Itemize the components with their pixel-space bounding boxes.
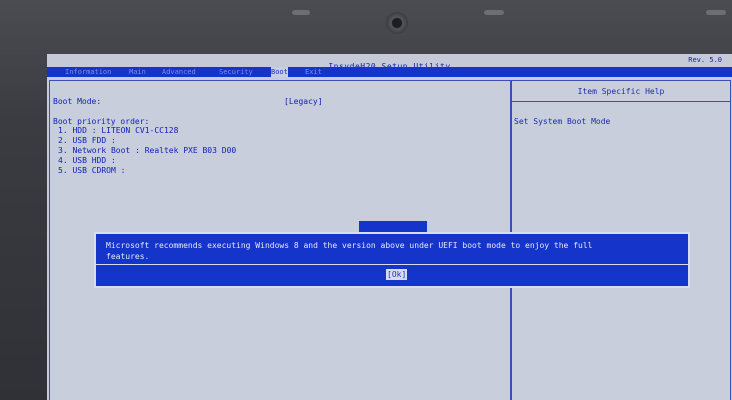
dialog-message: Microsoft recommends executing Windows 8…: [106, 241, 593, 261]
uefi-recommendation-dialog: Microsoft recommends executing Windows 8…: [94, 232, 690, 288]
bios-screen: InsydeH20 Setup Utility Rev. 5.0 Informa…: [47, 54, 732, 400]
boot-mode-label: Boot Mode:: [53, 97, 102, 106]
tab-main[interactable]: Main: [129, 67, 146, 77]
tab-information[interactable]: Information: [65, 67, 111, 77]
tab-exit[interactable]: Exit: [305, 67, 322, 77]
tab-boot[interactable]: Boot: [271, 67, 288, 77]
indicator-light: [292, 10, 310, 15]
indicator-light: [484, 10, 504, 15]
boot-item-usb-hdd[interactable]: 4. USB HDD :: [58, 156, 116, 166]
ok-button[interactable]: [Ok]: [386, 269, 408, 280]
boot-mode-value[interactable]: [Legacy]: [284, 97, 323, 106]
tab-advanced[interactable]: Advanced: [162, 67, 196, 77]
indicator-light: [706, 10, 726, 15]
help-divider: [512, 101, 730, 102]
tab-security[interactable]: Security: [219, 67, 253, 77]
menu-bar: Information Main Advanced Security Boot …: [47, 67, 732, 77]
title-bar: InsydeH20 Setup Utility Rev. 5.0: [47, 54, 732, 71]
help-text: Set System Boot Mode: [514, 117, 611, 126]
dialog-divider: [96, 264, 688, 265]
help-header: Item Specific Help: [577, 87, 665, 96]
boot-item-usb-cdrom[interactable]: 5. USB CDROM :: [58, 166, 125, 176]
revision-label: Rev. 5.0: [688, 56, 722, 64]
boot-item-usb-fdd[interactable]: 2. USB FDD :: [58, 136, 116, 146]
boot-item-network[interactable]: 3. Network Boot : Realtek PXE B03 D00: [58, 146, 236, 156]
webcam-icon: [386, 12, 408, 34]
boot-item-hdd[interactable]: 1. HDD : LITEON CV1-CC128: [58, 126, 178, 136]
